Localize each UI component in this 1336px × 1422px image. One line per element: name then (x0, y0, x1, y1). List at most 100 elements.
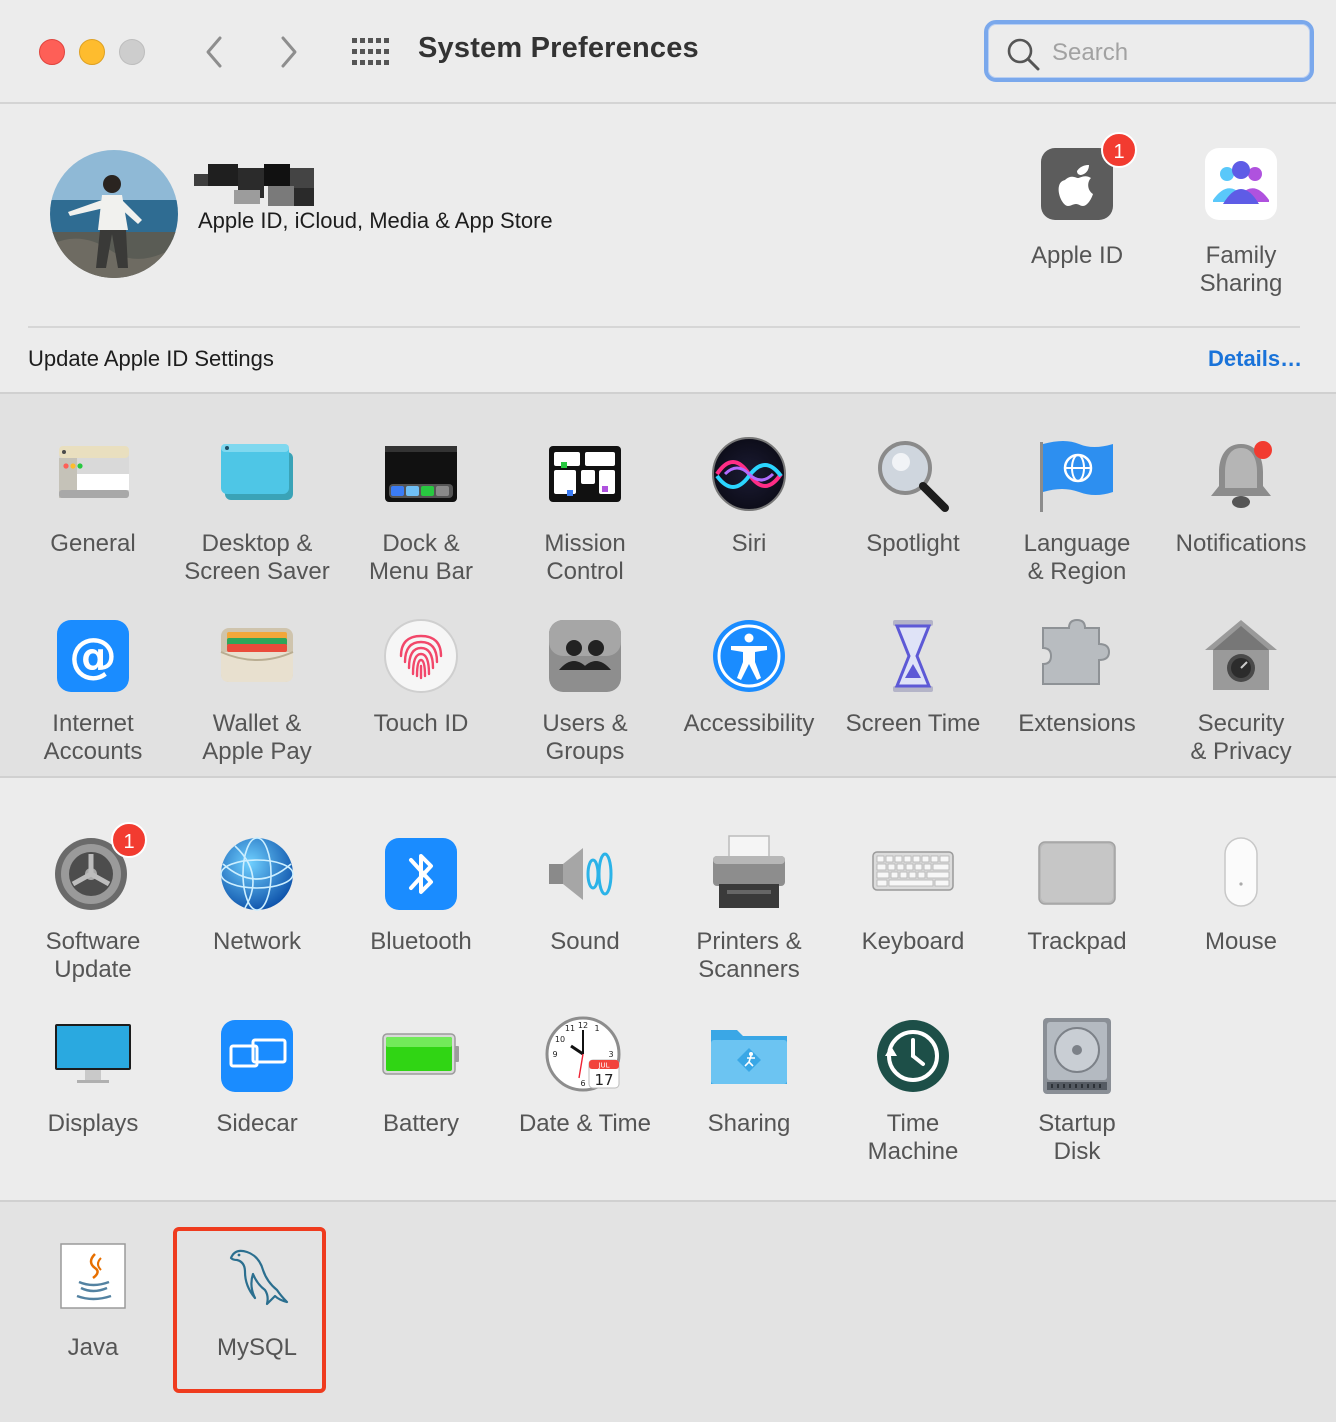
pane-users-groups[interactable]: Users & Groups (503, 616, 667, 766)
pane-label: Extensions (1018, 710, 1136, 737)
globe-network-icon (220, 837, 294, 911)
pane-battery[interactable]: Battery (339, 1016, 503, 1138)
bell-icon (1211, 441, 1272, 508)
pane-label: Sharing (707, 1110, 791, 1137)
puzzle-piece-icon (1042, 618, 1111, 685)
clock-calendar-icon: 12 3 6 9 1110 1 JUL 17 (545, 1016, 621, 1092)
pane-sharing[interactable]: Sharing (667, 1016, 831, 1138)
update-apple-id-text: Update Apple ID Settings (28, 346, 274, 371)
bluetooth-icon (385, 838, 457, 910)
pane-security-privacy[interactable]: Security & Privacy (1159, 616, 1323, 766)
chevron-right-icon (281, 36, 297, 68)
pane-extensions[interactable]: Extensions (995, 616, 1159, 738)
pane-displays[interactable]: Displays (11, 1016, 175, 1138)
pane-sound[interactable]: Sound (503, 834, 667, 956)
pane-java[interactable]: Java (11, 1240, 175, 1362)
pane-trackpad[interactable]: Trackpad (995, 834, 1159, 956)
details-link[interactable]: Details… (1208, 346, 1302, 372)
pane-printers-scanners[interactable]: Printers & Scanners (667, 834, 831, 984)
dock-icon (385, 446, 457, 502)
pane-label: Trackpad (1027, 928, 1127, 955)
pane-accessibility[interactable]: Accessibility (667, 616, 831, 738)
pane-dock-menu-bar[interactable]: Dock & Menu Bar (339, 436, 503, 586)
pane-label: Time Machine (867, 1110, 959, 1165)
general-icon (59, 446, 129, 498)
pane-label: Accessibility (683, 710, 815, 737)
pane-label: Network (212, 928, 302, 955)
pane-label: Mission Control (544, 530, 626, 585)
pane-label: General (50, 530, 136, 557)
notification-badge: 1 (111, 822, 147, 858)
mouse-icon (1224, 837, 1258, 907)
system-preferences-window: System Preferences Search Apple ID, iClo… (0, 0, 1336, 1422)
pane-label: Java (67, 1334, 119, 1361)
family-sharing-icon (1205, 148, 1277, 220)
hardware-prefs-section: 1 Software Update Network Bluetooth Soun… (0, 778, 1336, 1202)
svg-text:12: 12 (578, 1021, 588, 1030)
pane-keyboard[interactable]: Keyboard (831, 834, 995, 956)
pane-siri[interactable]: Siri (667, 436, 831, 558)
keyboard-icon (872, 851, 954, 891)
pane-label: Software Update (45, 928, 141, 983)
pane-wallet-apple-pay[interactable]: Wallet & Apple Pay (175, 616, 339, 766)
show-all-button[interactable] (352, 38, 390, 66)
pane-label: Printers & Scanners (696, 928, 802, 983)
notification-badge: 1 (1101, 132, 1137, 168)
battery-icon (382, 1033, 459, 1075)
toolbar: System Preferences Search (0, 0, 1336, 104)
minimize-button[interactable] (79, 39, 105, 65)
forward-button[interactable] (268, 32, 308, 72)
back-button[interactable] (195, 32, 235, 72)
trackpad-icon (1038, 841, 1116, 905)
monitor-icon (55, 1024, 131, 1083)
pane-notifications[interactable]: Notifications (1159, 436, 1323, 558)
users-icon (549, 620, 621, 692)
pane-label: Wallet & Apple Pay (202, 710, 312, 765)
pane-bluetooth[interactable]: Bluetooth (339, 834, 503, 956)
pane-language-region[interactable]: Language & Region (995, 436, 1159, 586)
svg-text:10: 10 (555, 1035, 565, 1044)
pane-software-update[interactable]: 1 Software Update (11, 822, 175, 984)
printer-icon (713, 835, 785, 908)
svg-text:6: 6 (580, 1079, 585, 1088)
svg-text:11: 11 (565, 1024, 575, 1033)
sharing-folder-icon (711, 1030, 787, 1084)
pane-screen-time[interactable]: Screen Time (831, 616, 995, 738)
pane-label: Siri (731, 530, 767, 557)
pane-startup-disk[interactable]: Startup Disk (995, 1016, 1159, 1166)
svg-text:@: @ (69, 628, 117, 684)
pane-label: Desktop & Screen Saver (184, 530, 330, 585)
pane-internet-accounts[interactable]: @ Internet Accounts (11, 616, 175, 766)
pane-family-sharing[interactable]: Family Sharing (1159, 144, 1323, 298)
pane-mission-control[interactable]: Mission Control (503, 436, 667, 586)
pane-sidecar[interactable]: Sidecar (175, 1016, 339, 1138)
pane-apple-id[interactable]: 1 Apple ID (995, 132, 1159, 270)
grid-icon (352, 38, 389, 65)
pane-touch-id[interactable]: Touch ID (339, 616, 503, 738)
pane-mouse[interactable]: Mouse (1159, 834, 1323, 956)
apple-id-section: Apple ID, iCloud, Media & App Store 1 Ap… (0, 104, 1336, 392)
pane-desktop-screen-saver[interactable]: Desktop & Screen Saver (175, 436, 339, 586)
search-field[interactable]: Search (984, 20, 1314, 82)
zoom-button[interactable] (119, 39, 145, 65)
svg-text:1: 1 (594, 1024, 599, 1033)
pane-spotlight[interactable]: Spotlight (831, 436, 995, 558)
hourglass-icon (893, 620, 933, 692)
personal-prefs-section: General Desktop & Screen Saver Dock & Me… (0, 392, 1336, 778)
sidecar-icon (221, 1020, 293, 1092)
pane-label: Mouse (1204, 928, 1278, 955)
speaker-icon (549, 848, 613, 900)
pane-network[interactable]: Network (175, 834, 339, 956)
pane-label: Sidecar (216, 1110, 298, 1137)
pane-time-machine[interactable]: Time Machine (831, 1016, 995, 1166)
pane-label: Apple ID (1030, 242, 1124, 269)
fingerprint-icon (384, 619, 458, 693)
at-sign-icon: @ (57, 620, 129, 692)
pane-general[interactable]: General (11, 436, 175, 558)
avatar[interactable] (50, 150, 178, 278)
pane-label: Date & Time (518, 1110, 652, 1137)
pane-date-time[interactable]: 12 3 6 9 11 10 1 JUL 17 Date & Time (503, 1016, 667, 1138)
pane-label: Family Sharing (1199, 242, 1283, 297)
close-button[interactable] (39, 39, 65, 65)
language-region-icon (1040, 441, 1113, 512)
